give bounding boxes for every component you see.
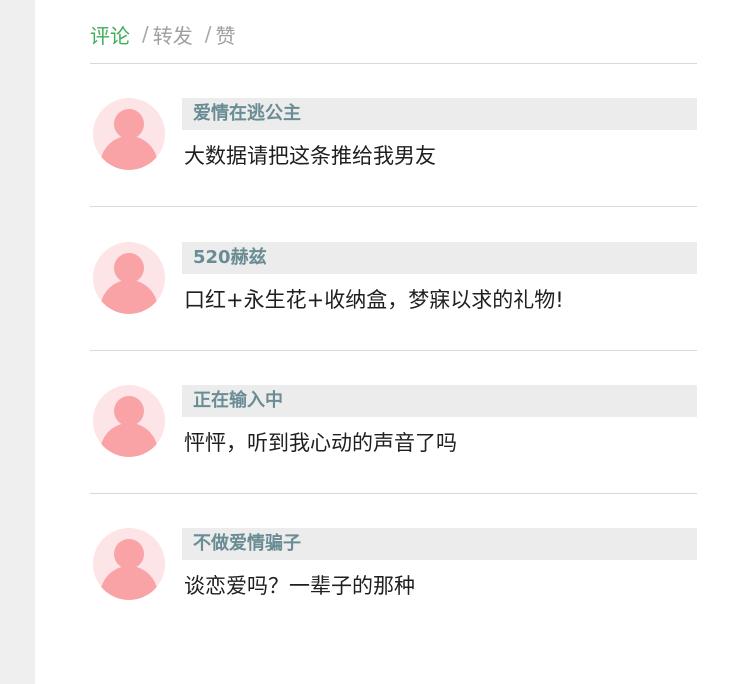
tab-likes[interactable]: 赞 — [216, 20, 236, 49]
comment-text: 怦怦，听到我心动的声音了吗 — [184, 431, 457, 455]
comment-username[interactable]: 不做爱情骗子 — [182, 528, 697, 560]
user-avatar-icon — [100, 253, 158, 314]
tab-comments[interactable]: 评论 — [90, 20, 130, 49]
comment-text: 大数据请把这条推给我男友 — [184, 144, 436, 168]
comment-item: 爱情在逃公主 大数据请把这条推给我男友 — [90, 64, 697, 207]
avatar[interactable] — [93, 98, 165, 170]
tab-separator: / — [204, 22, 212, 46]
comment-username[interactable]: 爱情在逃公主 — [182, 98, 697, 130]
tab-forwards[interactable]: 转发 — [153, 20, 193, 49]
tab-separator: / — [142, 22, 149, 46]
avatar[interactable] — [93, 242, 165, 314]
comment-item: 520赫兹 口红+永生花+收纳盒，梦寐以求的礼物! — [90, 208, 697, 351]
comment-item: 正在输入中 怦怦，听到我心动的声音了吗 — [90, 351, 697, 494]
comment-text: 谈恋爱吗？一辈子的那种 — [184, 574, 415, 598]
user-avatar-icon — [100, 396, 158, 457]
left-margin-strip — [0, 0, 35, 684]
comment-username[interactable]: 520赫兹 — [182, 242, 697, 274]
comment-username[interactable]: 正在输入中 — [182, 385, 697, 417]
comment-tabs: 评论 / 转发 / 赞 — [90, 20, 236, 48]
avatar[interactable] — [93, 385, 165, 457]
user-avatar-icon — [100, 109, 158, 170]
avatar[interactable] — [93, 528, 165, 600]
comment-item: 不做爱情骗子 谈恋爱吗？一辈子的那种 — [90, 494, 697, 637]
comment-text: 口红+永生花+收纳盒，梦寐以求的礼物! — [184, 288, 564, 312]
user-avatar-icon — [100, 539, 158, 600]
